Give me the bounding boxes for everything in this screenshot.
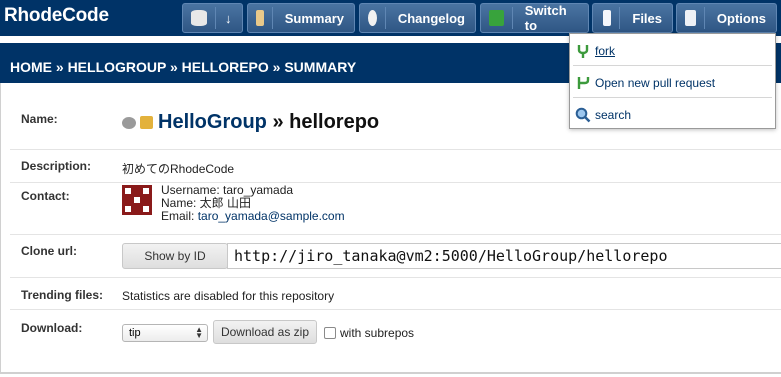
show-by-id-button[interactable]: Show by ID bbox=[122, 243, 228, 269]
clipboard-icon bbox=[256, 10, 264, 26]
options-label: Options bbox=[716, 10, 766, 26]
avatar bbox=[122, 185, 152, 215]
breadcrumb[interactable]: HOME » HELLOGROUP » HELLOREPO » SUMMARY bbox=[10, 59, 356, 75]
search-icon bbox=[575, 107, 591, 123]
with-subrepos-label: with subrepos bbox=[340, 326, 415, 340]
changelog-button[interactable]: Changelog bbox=[359, 3, 476, 33]
repo-title: HelloGroup » hellorepo bbox=[122, 111, 379, 134]
pull-request-icon bbox=[575, 75, 591, 91]
summary-button[interactable]: Summary bbox=[247, 3, 355, 33]
clone-url-label: Clone url: bbox=[21, 244, 77, 258]
trending-files-value: Statistics are disabled for this reposit… bbox=[122, 289, 335, 303]
changelog-label: Changelog bbox=[397, 10, 465, 26]
repo-type-icon bbox=[122, 116, 136, 129]
download-revision-select[interactable]: tip ▲ ▼ bbox=[122, 324, 208, 342]
database-icon bbox=[191, 10, 207, 26]
menu-item-search[interactable]: search bbox=[570, 99, 775, 130]
fork-label: fork bbox=[595, 43, 616, 58]
download-label: Download: bbox=[21, 321, 83, 335]
download-revision-value: tip bbox=[129, 327, 141, 339]
contact-details: Username: taro_yamada Name: 太郎 山田 Email:… bbox=[161, 184, 345, 223]
repo-group-link[interactable]: HelloGroup bbox=[158, 111, 267, 134]
menu-item-open-pull-request[interactable]: Open new pull request bbox=[570, 67, 775, 98]
contact-label: Contact: bbox=[21, 189, 70, 203]
fork-icon bbox=[575, 43, 591, 59]
switch-to-label: Switch to bbox=[524, 3, 567, 33]
dropdown-arrow-icon: ↓ bbox=[225, 10, 232, 26]
lock-open-icon bbox=[140, 116, 153, 129]
description-value: 初めてのRhodeCode bbox=[122, 162, 235, 176]
repo-switcher-button[interactable]: ↓ bbox=[182, 3, 243, 33]
app-logo[interactable]: RhodeCode bbox=[4, 5, 109, 27]
name-label: Name: bbox=[21, 112, 58, 126]
open-pull-request-label: Open new pull request bbox=[595, 75, 716, 90]
contact-email-line: Email: taro_yamada@sample.com bbox=[161, 210, 345, 223]
contact-email-link[interactable]: taro_yamada@sample.com bbox=[198, 209, 345, 223]
menu-divider bbox=[573, 65, 772, 66]
repo-separator: » bbox=[266, 111, 290, 133]
clock-icon bbox=[368, 10, 377, 26]
options-button[interactable]: Options bbox=[676, 3, 777, 33]
arrows-shuffle-icon bbox=[489, 10, 504, 26]
options-dropdown-menu: fork Open new pull request search bbox=[569, 33, 776, 129]
summary-label: Summary bbox=[284, 10, 344, 26]
top-navigation-bar: RhodeCode ↓ Summary Changelog Switch to … bbox=[0, 0, 781, 36]
repo-name: hellorepo bbox=[289, 111, 380, 133]
clone-url-input[interactable]: http://jiro_tanaka@vm2:5000/HelloGroup/h… bbox=[227, 243, 781, 269]
search-label: search bbox=[595, 107, 632, 122]
files-label: Files bbox=[632, 10, 662, 26]
options-list-icon bbox=[685, 10, 696, 26]
trending-files-label: Trending files: bbox=[21, 288, 104, 302]
menu-divider bbox=[573, 97, 772, 98]
switch-to-button[interactable]: Switch to bbox=[480, 3, 589, 33]
download-zip-button[interactable]: Download as zip bbox=[213, 320, 317, 344]
description-label: Description: bbox=[21, 159, 92, 173]
contact-email-prefix: Email: bbox=[161, 209, 198, 223]
with-subrepos-checkbox[interactable] bbox=[324, 327, 336, 339]
file-icon bbox=[603, 10, 612, 26]
menu-item-fork[interactable]: fork bbox=[570, 35, 775, 66]
select-arrows-icon: ▲ ▼ bbox=[195, 325, 203, 340]
files-button[interactable]: Files bbox=[592, 3, 673, 33]
